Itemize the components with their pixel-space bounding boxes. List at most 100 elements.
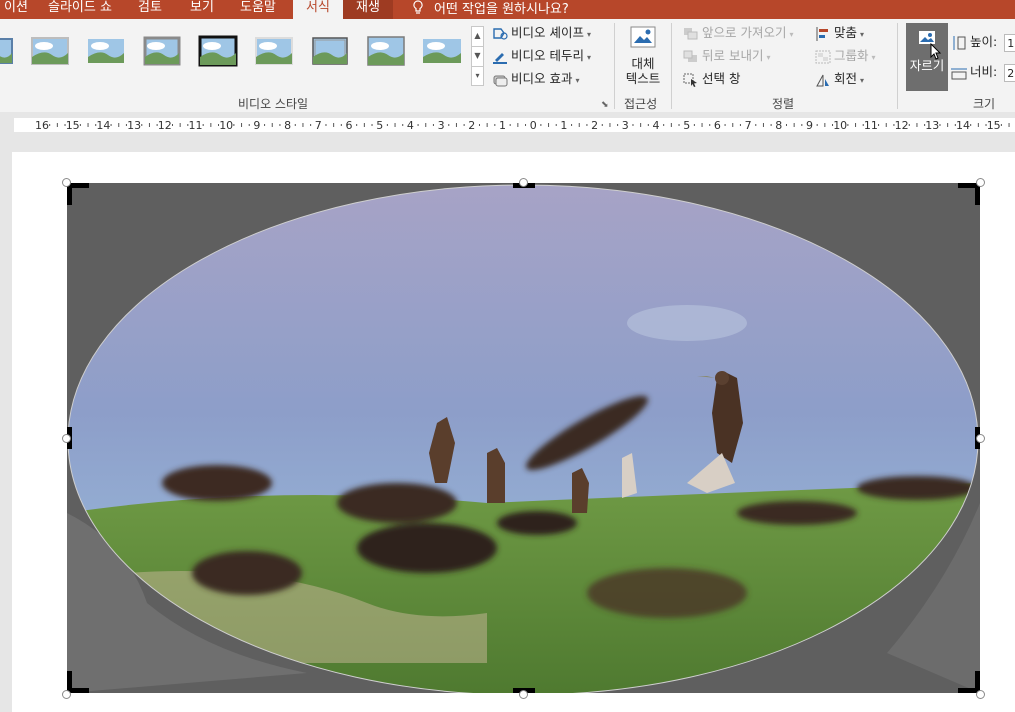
mouse-cursor-icon bbox=[930, 43, 942, 60]
group-separator bbox=[671, 23, 672, 109]
tab-view[interactable]: 보기 bbox=[182, 0, 222, 19]
resize-handle-top[interactable] bbox=[519, 178, 528, 187]
resize-handle-right[interactable] bbox=[976, 434, 985, 443]
ruler-label: 6 bbox=[346, 119, 353, 132]
ruler-label: 15 bbox=[987, 119, 1001, 132]
ruler-label: 13 bbox=[127, 119, 141, 132]
selection-pane-button[interactable]: 선택 창 bbox=[683, 69, 740, 89]
width-label: 너비: bbox=[970, 64, 998, 79]
alt-text-button[interactable]: 대체 텍스트 bbox=[622, 25, 664, 86]
rotate-button[interactable]: 회전 ▾ bbox=[815, 69, 864, 89]
ribbon-tab-bar: 이션 슬라이드 쇼 검토 보기 도움말 서식 재생 어떤 작업을 원하시나요? bbox=[0, 0, 1015, 19]
ruler-label: 4 bbox=[407, 119, 414, 132]
resize-handle-left[interactable] bbox=[62, 434, 71, 443]
gallery-scroll-up[interactable]: ▲ bbox=[472, 27, 483, 47]
ruler-label: 5 bbox=[376, 119, 383, 132]
tab-format[interactable]: 서식 bbox=[293, 0, 343, 19]
bring-forward-button[interactable]: 앞으로 가져오기 ▾ bbox=[683, 23, 794, 43]
gallery-style-thumb[interactable] bbox=[254, 35, 294, 67]
video-shape-label: 비디오 셰이프 bbox=[511, 25, 584, 40]
dialog-launcher[interactable]: ⬊ bbox=[601, 100, 609, 110]
ruler-label: 5 bbox=[683, 119, 690, 132]
ruler-label: 11 bbox=[864, 119, 878, 132]
resize-handle-bottom[interactable] bbox=[519, 690, 528, 699]
group-icon bbox=[815, 50, 831, 63]
video-object[interactable] bbox=[67, 183, 980, 693]
tell-me-text: 어떤 작업을 원하시나요? bbox=[434, 2, 569, 17]
resize-handle-top-right[interactable] bbox=[976, 178, 985, 187]
height-label: 높이: bbox=[970, 34, 998, 49]
ruler-label: 10 bbox=[833, 119, 847, 132]
ribbon: ▲ ▼ ▾ 비디오 셰이프 ▾ 비디오 테두리 ▾ 비디오 효과 ▾ 비디오 스타일 … bbox=[0, 19, 1015, 113]
width-icon bbox=[951, 68, 967, 79]
ruler-label: 1 bbox=[499, 119, 506, 132]
ruler-label: 9 bbox=[806, 119, 813, 132]
ruler-strip: 16 15 14 13 12 11 10 9 8 7 6 5 4 3 2 1 0 1 2 3 4 5 6 7 8 9 10 11 12 1… bbox=[14, 118, 1015, 132]
video-frame bbox=[67, 183, 980, 693]
ruler-label: 1 bbox=[560, 119, 567, 132]
tab-help[interactable]: 도움말 bbox=[232, 0, 284, 19]
ruler-label: 14 bbox=[956, 119, 970, 132]
accessibility-group-label: 접근성 bbox=[624, 97, 658, 111]
gallery-style-thumb[interactable] bbox=[30, 35, 70, 67]
gallery-more-button[interactable]: ▾ bbox=[472, 67, 483, 86]
ruler-label: 4 bbox=[653, 119, 660, 132]
gallery-style-thumb[interactable] bbox=[142, 35, 182, 67]
gallery-style-thumb[interactable] bbox=[366, 35, 406, 67]
lightbulb-icon bbox=[413, 0, 423, 14]
send-backward-button[interactable]: 뒤로 보내기 ▾ bbox=[683, 46, 771, 66]
ruler-scale: 16 15 14 13 12 11 10 9 8 7 6 5 4 3 2 1 0 1 2 3 4 5 6 7 8 9 10 11 12 1… bbox=[35, 119, 1010, 132]
gallery-scroll-down[interactable]: ▼ bbox=[472, 47, 483, 67]
ruler-label: 10 bbox=[219, 119, 233, 132]
video-border-button[interactable]: 비디오 테두리 ▾ bbox=[492, 46, 591, 66]
ruler-label: 6 bbox=[714, 119, 721, 132]
group-label: 그룹화 bbox=[834, 48, 869, 63]
ruler-label: 8 bbox=[775, 119, 782, 132]
tell-me-box[interactable]: 어떤 작업을 원하시나요? bbox=[404, 0, 577, 19]
pen-border-icon bbox=[493, 52, 507, 64]
video-shape-button[interactable]: 비디오 셰이프 ▾ bbox=[492, 23, 591, 43]
video-effects-button[interactable]: 비디오 효과 ▾ bbox=[492, 69, 580, 89]
gallery-style-thumb-selected[interactable] bbox=[198, 35, 238, 67]
send-backward-icon bbox=[683, 50, 697, 62]
tab-transitions[interactable]: 이션 bbox=[0, 0, 36, 19]
ruler-label: 14 bbox=[96, 119, 110, 132]
arrange-group-label: 정렬 bbox=[772, 97, 795, 111]
gallery-style-thumb[interactable] bbox=[422, 35, 462, 67]
resize-handle-bottom-left[interactable] bbox=[62, 690, 71, 699]
group-separator bbox=[897, 23, 898, 109]
size-group-label: 크기 bbox=[973, 97, 996, 111]
resize-handle-top-left[interactable] bbox=[62, 178, 71, 187]
gallery-scroll[interactable]: ▲ ▼ ▾ bbox=[471, 26, 484, 86]
height-input[interactable]: 16 bbox=[1004, 33, 1015, 52]
alt-text-label-1: 대체 bbox=[631, 56, 655, 71]
tab-review[interactable]: 검토 bbox=[130, 0, 170, 19]
align-icon bbox=[816, 26, 828, 41]
ruler-label: 16 bbox=[35, 119, 49, 132]
width-input[interactable]: 29 bbox=[1004, 63, 1015, 82]
group-button[interactable]: 그룹화 ▾ bbox=[815, 46, 876, 66]
ruler-label: 2 bbox=[468, 119, 475, 132]
ruler-label: 7 bbox=[315, 119, 322, 132]
alt-text-icon bbox=[630, 26, 656, 48]
video-border-label: 비디오 테두리 bbox=[511, 48, 584, 63]
ruler-label: 3 bbox=[438, 119, 445, 132]
gallery-style-thumb[interactable] bbox=[86, 35, 126, 67]
ruler-label: 13 bbox=[925, 119, 939, 132]
gallery-style-thumb[interactable] bbox=[310, 35, 350, 67]
tab-slide-show[interactable]: 슬라이드 쇼 bbox=[40, 0, 120, 19]
align-button[interactable]: 맞춤 ▾ bbox=[815, 23, 864, 43]
resize-handle-bottom-right[interactable] bbox=[976, 690, 985, 699]
gallery-style-thumb[interactable] bbox=[0, 35, 16, 67]
bring-forward-icon bbox=[684, 27, 698, 39]
tab-playback[interactable]: 재생 bbox=[343, 0, 393, 19]
height-icon bbox=[953, 35, 966, 50]
ruler-label: 12 bbox=[895, 119, 909, 132]
ruler-label: 7 bbox=[745, 119, 752, 132]
alt-text-label-2: 텍스트 bbox=[625, 71, 661, 86]
effects-icon bbox=[493, 75, 508, 86]
ruler-label: 12 bbox=[158, 119, 172, 132]
video-styles-group-label: 비디오 스타일 bbox=[238, 97, 309, 111]
bring-forward-label: 앞으로 가져오기 bbox=[702, 25, 787, 40]
send-backward-label: 뒤로 보내기 bbox=[702, 48, 764, 63]
